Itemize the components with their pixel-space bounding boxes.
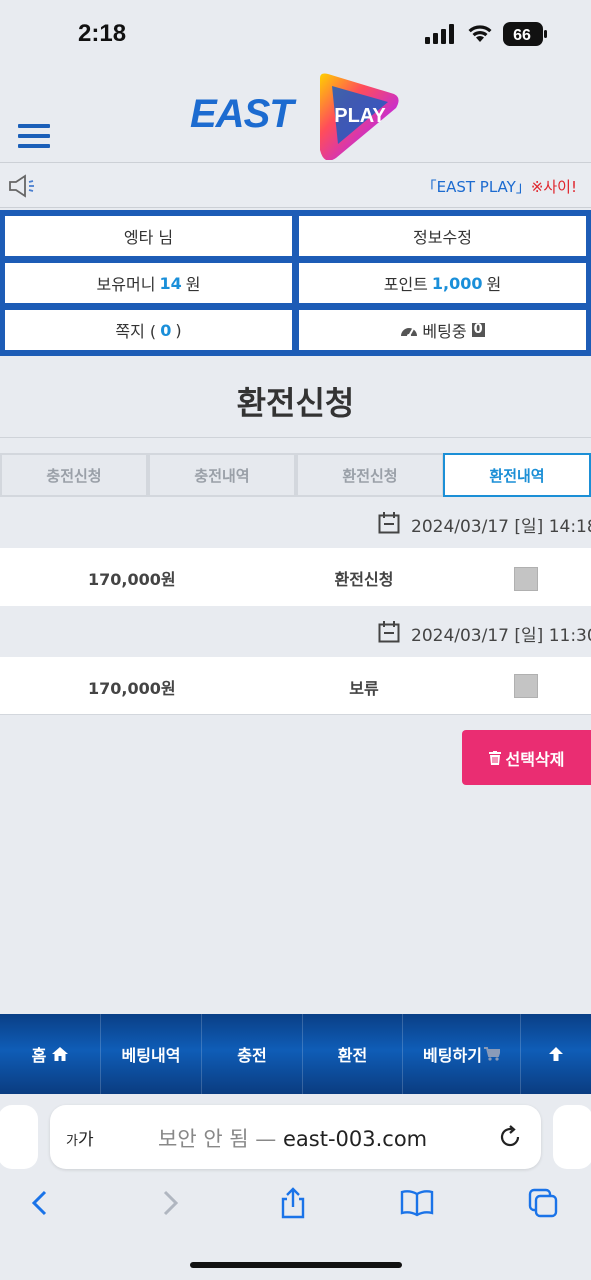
home-indicator xyxy=(190,1262,402,1268)
trash-icon xyxy=(488,750,501,765)
clock: 2:18 xyxy=(78,20,127,47)
history-status: 환전신청 xyxy=(334,570,394,589)
calendar-icon xyxy=(378,621,400,643)
hamburger-icon-bar xyxy=(18,144,50,148)
nav-home[interactable]: 홈 xyxy=(0,1014,101,1094)
status-bar: 2:18 66 xyxy=(0,0,591,64)
point-value: 1,000 xyxy=(431,273,483,293)
share-icon[interactable] xyxy=(276,1186,310,1220)
site-logo[interactable]: EAST PLAY xyxy=(190,70,405,160)
nav-betting[interactable]: 베팅하기 xyxy=(403,1014,521,1094)
money-cell: 보유머니 14 원 xyxy=(5,263,292,303)
betting-status-cell[interactable]: 베팅중 0 xyxy=(299,310,586,350)
history-date: 2024/03/17 [일] 11:30 xyxy=(411,626,591,646)
browser-toolbar: 가가 보안 안 됨 — east-003.com xyxy=(0,1094,591,1280)
notice-text-red: ※사이! xyxy=(530,178,577,196)
speedometer-icon xyxy=(401,328,418,337)
megaphone-icon xyxy=(9,174,34,198)
nav-bet-history[interactable]: 베팅내역 xyxy=(101,1014,202,1094)
bookmarks-icon[interactable] xyxy=(400,1186,434,1220)
site-header: menu EAST PLAY xyxy=(0,64,591,174)
notice-ticker: 「EAST PLAY」※사이! xyxy=(0,162,591,208)
username-cell: 엥타 님 xyxy=(5,216,292,256)
hamburger-icon xyxy=(18,124,50,128)
username: 엥타 님 xyxy=(123,228,174,247)
row-select-checkbox[interactable] xyxy=(514,674,538,698)
nav-withdraw[interactable]: 환전 xyxy=(303,1014,403,1094)
bottom-nav: 홈 베팅내역 충전 환전 베팅하기 xyxy=(0,1014,591,1094)
history-entry: 170,000원 보류 xyxy=(0,657,591,715)
calendar-icon xyxy=(378,512,400,534)
text-size-small: 가 xyxy=(66,1134,78,1149)
reload-icon[interactable] xyxy=(497,1124,523,1150)
messages-label: 쪽지 ( xyxy=(115,322,157,341)
history-entry: 170,000원 환전신청 xyxy=(0,548,591,606)
previous-tab-card[interactable] xyxy=(0,1105,38,1169)
arrow-up-icon xyxy=(549,1047,563,1061)
nav-home-label: 홈 xyxy=(31,1046,47,1065)
logo-badge-icon: PLAY xyxy=(320,73,399,160)
tab-deposit-request[interactable]: 충전신청 xyxy=(0,453,148,497)
history-date-row: 2024/03/17 [일] 11:30 xyxy=(0,611,591,651)
tab-deposit-history[interactable]: 충전내역 xyxy=(148,453,296,497)
row-select-checkbox[interactable] xyxy=(514,567,538,591)
point-cell: 포인트 1,000 원 xyxy=(299,263,586,303)
back-icon[interactable] xyxy=(24,1186,58,1220)
text-size-large: 가 xyxy=(77,1130,94,1150)
money-unit: 원 xyxy=(185,275,201,294)
point-unit: 원 xyxy=(486,275,502,294)
battery-icon: 66 xyxy=(503,22,547,46)
forward-icon[interactable] xyxy=(152,1186,186,1220)
battery-level: 66 xyxy=(513,27,531,44)
cart-icon xyxy=(483,1047,500,1061)
home-icon xyxy=(52,1047,69,1061)
tab-withdraw-history[interactable]: 환전내역 xyxy=(443,453,591,497)
nav-deposit[interactable]: 충전 xyxy=(202,1014,303,1094)
hamburger-icon-bar xyxy=(18,134,50,138)
title-divider xyxy=(0,437,591,438)
messages-button[interactable]: 쪽지 ( 0 ) xyxy=(5,310,292,350)
next-tab-card[interactable] xyxy=(553,1105,591,1169)
wifi-icon xyxy=(468,25,492,42)
tab-bar: 충전신청 충전내역 환전신청 환전내역 xyxy=(0,453,591,497)
edit-profile-button[interactable]: 정보수정 xyxy=(299,216,586,256)
text-size-button[interactable]: 가가 xyxy=(66,1125,94,1150)
account-info-panel: 엥타 님 정보수정 보유머니 14 원 포인트 1,000 원 쪽지 ( 0 )… xyxy=(0,210,591,356)
menu-button[interactable]: menu xyxy=(14,92,58,174)
point-label: 포인트 xyxy=(383,275,428,294)
history-amount: 170,000원 xyxy=(88,570,176,589)
delete-selected-label: 선택삭제 xyxy=(505,749,565,769)
tabs-icon[interactable] xyxy=(526,1186,560,1220)
scroll-top-button[interactable] xyxy=(521,1014,591,1094)
delete-selected-button[interactable]: 선택삭제 xyxy=(462,730,591,785)
logo-text-east: EAST xyxy=(190,92,294,136)
money-value: 14 xyxy=(159,273,182,293)
logo-text-play: PLAY xyxy=(334,105,386,127)
notice-text-blue: 「EAST PLAY」 xyxy=(421,178,531,196)
cellular-signal-icon xyxy=(425,24,454,44)
history-date: 2024/03/17 [일] 14:18 xyxy=(411,517,591,537)
history-status: 보류 xyxy=(349,679,379,698)
history-date-row: 2024/03/17 [일] 14:18 xyxy=(0,502,591,542)
insecure-label: 보안 안 됨 — xyxy=(158,1127,283,1151)
money-label: 보유머니 xyxy=(96,275,156,294)
betting-count: 0 xyxy=(471,322,485,337)
tab-withdraw-request[interactable]: 환전신청 xyxy=(296,453,444,497)
edit-profile-label: 정보수정 xyxy=(413,228,472,247)
notice-text: 「EAST PLAY」※사이! xyxy=(422,176,577,197)
messages-count: 0 xyxy=(160,320,172,340)
betting-label: 베팅중 xyxy=(422,322,467,341)
history-amount: 170,000원 xyxy=(88,679,176,698)
nav-betting-label: 베팅하기 xyxy=(423,1046,482,1065)
page-title: 환전신청 xyxy=(236,384,355,422)
url-text: 보안 안 됨 — east-003.com xyxy=(158,1123,427,1153)
messages-close-paren: ) xyxy=(175,320,182,340)
address-bar[interactable]: 가가 보안 안 됨 — east-003.com xyxy=(50,1105,541,1169)
url-domain: east-003.com xyxy=(282,1127,428,1151)
